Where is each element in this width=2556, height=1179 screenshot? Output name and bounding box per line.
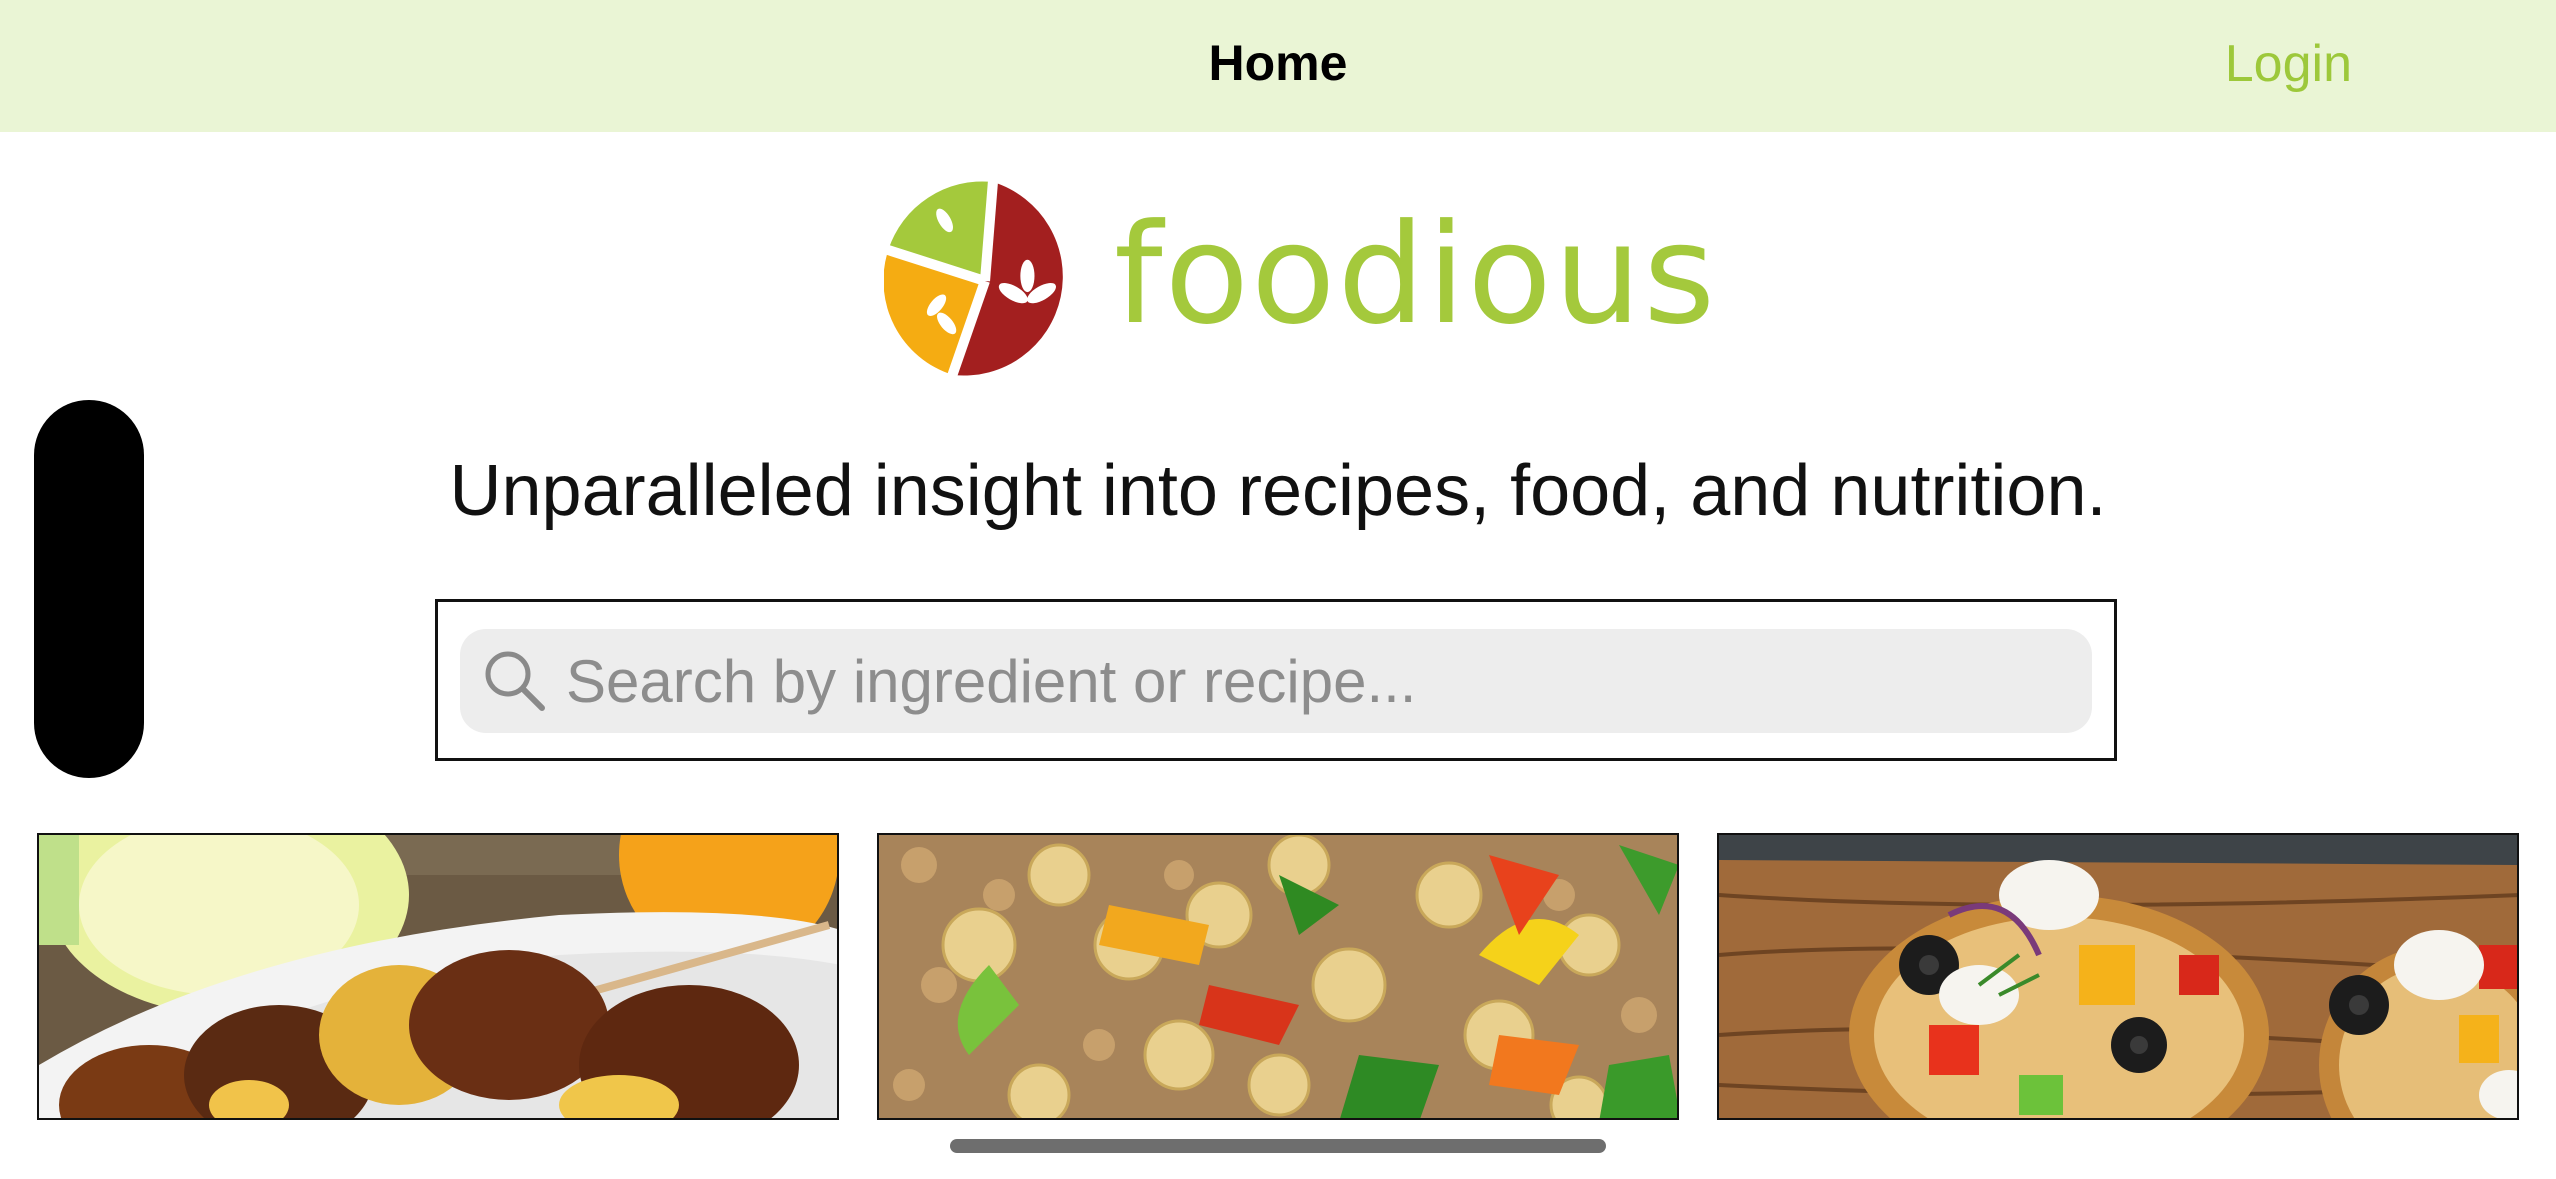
login-button[interactable]: Login — [2225, 34, 2352, 94]
recipe-card-1[interactable] — [37, 833, 839, 1120]
recipe-card-2[interactable] — [877, 833, 1679, 1120]
chickpea-salad-photo — [879, 835, 1677, 1118]
search-container — [435, 599, 2117, 761]
home-indicator[interactable] — [950, 1139, 1606, 1153]
search-input[interactable] — [564, 645, 1968, 717]
logo-icon — [884, 180, 1063, 382]
page-title: Home — [1208, 35, 1348, 91]
grilled-chicken-skewers-photo — [39, 835, 837, 1118]
recipe-card-3[interactable] — [1717, 833, 2519, 1120]
search-icon — [485, 651, 545, 711]
brand-name: foodious — [1114, 194, 1718, 355]
search-bar[interactable] — [460, 629, 2092, 733]
brand-logo: foodious — [884, 180, 1717, 382]
hero-tagline: Unparalleled insight into recipes, food,… — [449, 451, 2107, 531]
bruschetta-photo — [1719, 835, 2517, 1118]
navigation-bar: Home Login — [0, 0, 2556, 132]
